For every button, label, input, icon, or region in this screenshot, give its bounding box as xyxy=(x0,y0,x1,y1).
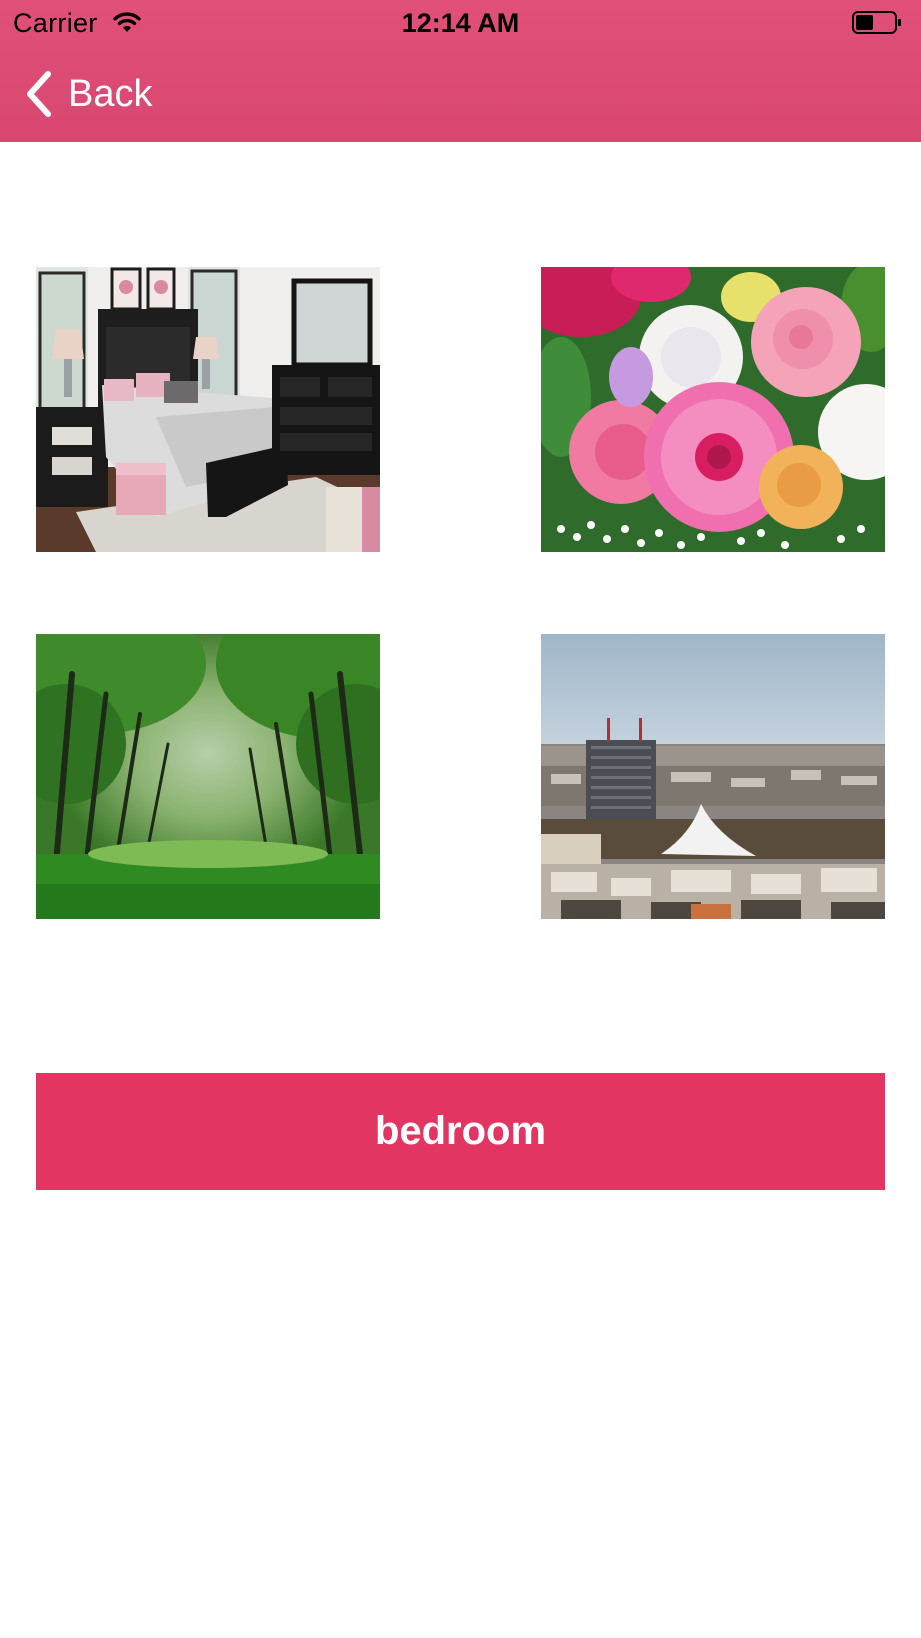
clock: 12:14 AM xyxy=(401,8,520,38)
battery-icon xyxy=(852,11,901,34)
answer-button[interactable]: bedroom xyxy=(36,1073,885,1190)
chevron-left-icon xyxy=(27,71,51,117)
back-button[interactable]: Back xyxy=(24,68,152,120)
city-image xyxy=(541,634,885,919)
forest-image xyxy=(36,634,380,919)
flowers-image xyxy=(541,267,885,552)
photo-city[interactable] xyxy=(541,634,885,919)
photo-forest[interactable] xyxy=(36,634,380,919)
bedroom-image xyxy=(36,267,380,552)
photo-flowers[interactable] xyxy=(541,267,885,552)
back-label: Back xyxy=(68,73,153,115)
nav-bar: Back xyxy=(0,46,921,142)
header: Carrier 12:14 AM Back xyxy=(0,0,921,142)
status-bar: Carrier 12:14 AM xyxy=(0,0,921,46)
photo-bedroom[interactable] xyxy=(36,267,380,552)
